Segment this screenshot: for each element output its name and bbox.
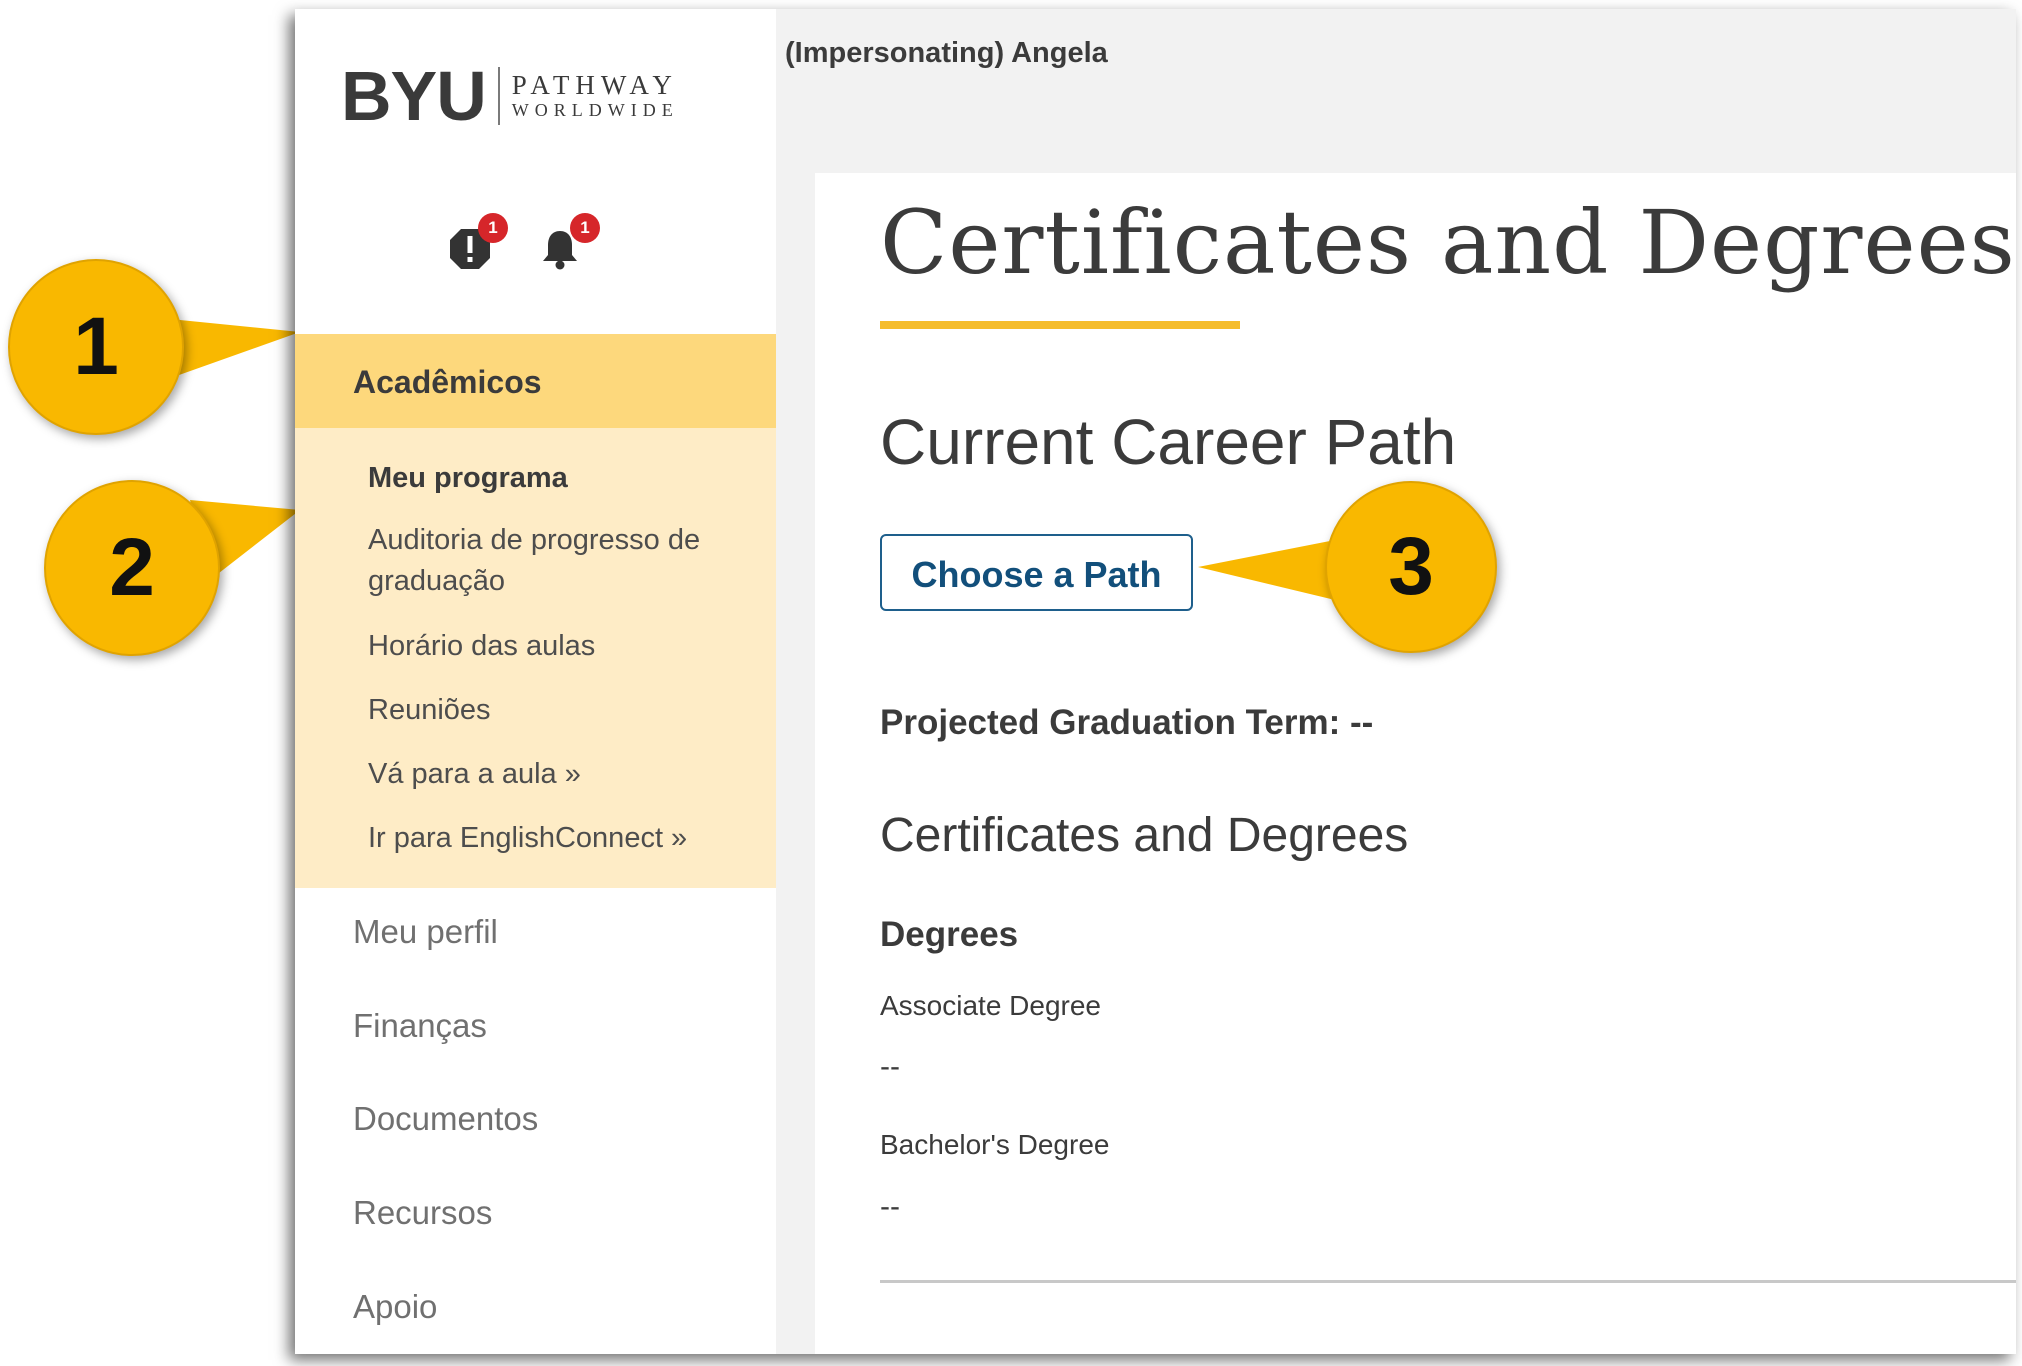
- callout-3-pointer-layer: [1198, 540, 1335, 600]
- callout-3: 3: [1325, 481, 1497, 653]
- callout-2: 2: [44, 480, 220, 656]
- callout-1: 1: [8, 259, 184, 435]
- callout-3-pointer: [1198, 540, 1335, 600]
